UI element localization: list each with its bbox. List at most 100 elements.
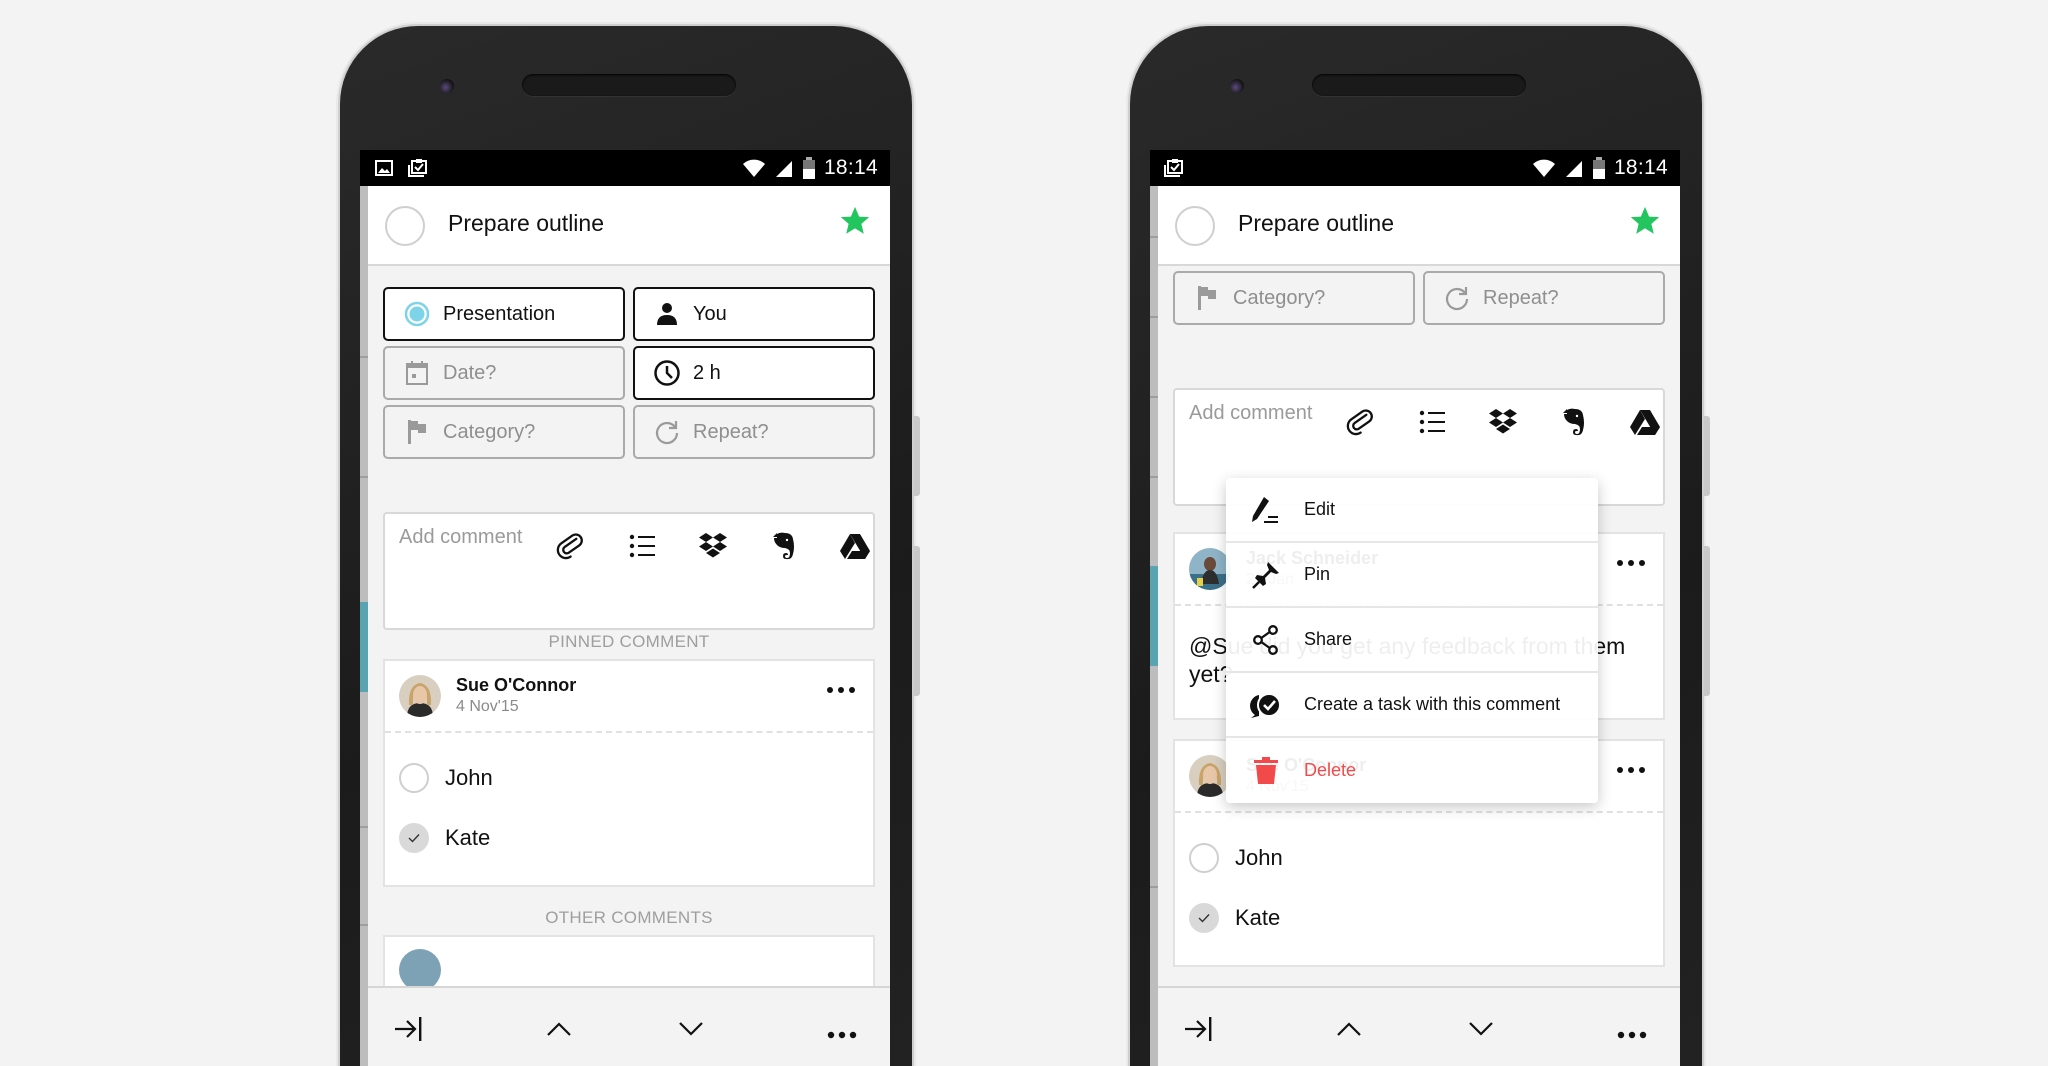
checklist-item-label: John bbox=[445, 765, 493, 790]
next-icon[interactable] bbox=[671, 1014, 711, 1044]
signal-icon bbox=[1565, 161, 1582, 177]
task-detail: Prepare outline Category? Repeat? Add co… bbox=[1158, 186, 1680, 1066]
battery-icon bbox=[1592, 157, 1605, 179]
repeat-label: Repeat? bbox=[1483, 286, 1559, 309]
collapse-icon[interactable] bbox=[388, 1014, 428, 1044]
previous-icon[interactable] bbox=[539, 1014, 579, 1044]
checklist-item[interactable]: John bbox=[385, 748, 873, 808]
attach-icon[interactable] bbox=[1325, 400, 1396, 444]
share-icon bbox=[1248, 622, 1284, 658]
task-notification-icon bbox=[408, 159, 427, 177]
avatar bbox=[1189, 755, 1231, 797]
comment-placeholder: Add comment bbox=[1189, 402, 1313, 424]
dropbox-icon[interactable] bbox=[677, 524, 748, 568]
category-field[interactable]: Category? bbox=[383, 405, 625, 459]
assignee-label: You bbox=[693, 302, 727, 325]
task-complete-checkbox[interactable] bbox=[1175, 206, 1215, 246]
google-drive-icon[interactable] bbox=[1609, 400, 1680, 444]
repeat-icon bbox=[651, 416, 683, 448]
evernote-icon[interactable] bbox=[1538, 400, 1609, 444]
side-button bbox=[914, 416, 920, 496]
checkbox[interactable] bbox=[1189, 843, 1219, 873]
more-icon[interactable] bbox=[822, 1020, 862, 1050]
dropbox-icon[interactable] bbox=[1467, 400, 1538, 444]
menu-item-share[interactable]: Share bbox=[1226, 608, 1598, 673]
background-list-strip bbox=[360, 186, 368, 1066]
more-icon[interactable] bbox=[1612, 1020, 1652, 1050]
phone-left: 18:14 Prepare outline Presentation You D… bbox=[340, 26, 920, 1066]
collapse-icon[interactable] bbox=[1178, 1014, 1218, 1044]
checklist-icon[interactable] bbox=[1396, 400, 1467, 444]
duration-field[interactable]: 2 h bbox=[633, 346, 875, 400]
comment-input[interactable]: Add comment bbox=[383, 512, 875, 630]
next-icon[interactable] bbox=[1461, 1014, 1501, 1044]
image-notification-icon bbox=[375, 160, 393, 176]
task-header: Prepare outline bbox=[1158, 186, 1680, 266]
google-drive-icon[interactable] bbox=[819, 524, 890, 568]
menu-item-delete[interactable]: Delete bbox=[1226, 738, 1598, 803]
pin-icon bbox=[1248, 557, 1284, 593]
checkbox-checked[interactable] bbox=[399, 823, 429, 853]
checklist-item[interactable]: John bbox=[1175, 828, 1663, 888]
clock-icon bbox=[651, 357, 683, 389]
pinned-comment-card: Sue O'Connor 4 Nov'15 John Kate bbox=[383, 659, 875, 887]
assignee-field[interactable]: You bbox=[633, 287, 875, 341]
comment-placeholder: Add comment bbox=[399, 526, 523, 548]
checklist-item[interactable]: Kate bbox=[385, 808, 873, 868]
category-field[interactable]: Category? bbox=[1173, 271, 1415, 325]
menu-item-label: Create a task with this comment bbox=[1304, 694, 1561, 714]
evernote-icon[interactable] bbox=[748, 524, 819, 568]
previous-icon[interactable] bbox=[1329, 1014, 1369, 1044]
more-icon[interactable] bbox=[827, 687, 855, 693]
checklist-item[interactable]: Kate bbox=[1175, 888, 1663, 948]
checkbox-checked[interactable] bbox=[1189, 903, 1219, 933]
menu-item-label: Share bbox=[1304, 629, 1353, 649]
status-bar: 18:14 bbox=[360, 150, 890, 186]
background-list-strip bbox=[1150, 186, 1158, 1066]
task-title[interactable]: Prepare outline bbox=[448, 210, 604, 237]
clock: 18:14 bbox=[1613, 156, 1668, 179]
menu-item-pin[interactable]: Pin bbox=[1226, 543, 1598, 608]
checkbox[interactable] bbox=[399, 763, 429, 793]
more-icon[interactable] bbox=[1617, 560, 1645, 566]
task-title[interactable]: Prepare outline bbox=[1238, 210, 1394, 237]
speaker-grille bbox=[1312, 74, 1526, 96]
checklist-item-label: Kate bbox=[445, 825, 491, 850]
menu-item-edit[interactable]: Edit bbox=[1226, 478, 1598, 543]
side-button bbox=[914, 546, 920, 696]
duration-label: 2 h bbox=[693, 361, 721, 384]
repeat-icon bbox=[1441, 282, 1473, 314]
menu-item-create-task[interactable]: Create a task with this comment bbox=[1226, 673, 1598, 738]
more-icon[interactable] bbox=[1617, 767, 1645, 773]
date-label: Date? bbox=[443, 361, 497, 384]
edit-icon bbox=[1248, 492, 1284, 528]
avatar bbox=[399, 949, 441, 991]
bottom-toolbar bbox=[368, 986, 890, 1066]
flag-icon bbox=[1191, 282, 1223, 314]
project-label: Presentation bbox=[443, 302, 556, 325]
comment-context-menu: Edit Pin Share Create a task with this c… bbox=[1226, 478, 1598, 803]
speaker-grille bbox=[522, 74, 736, 96]
star-icon[interactable] bbox=[1628, 204, 1662, 238]
repeat-field[interactable]: Repeat? bbox=[1423, 271, 1665, 325]
star-icon[interactable] bbox=[838, 204, 872, 238]
task-complete-checkbox[interactable] bbox=[385, 206, 425, 246]
date-field[interactable]: Date? bbox=[383, 346, 625, 400]
task-notification-icon bbox=[1164, 159, 1183, 177]
task-detail: Prepare outline Presentation You Date? 2… bbox=[368, 186, 890, 1066]
project-field[interactable]: Presentation bbox=[383, 287, 625, 341]
side-button bbox=[1704, 416, 1710, 496]
category-label: Category? bbox=[443, 420, 536, 443]
attach-icon[interactable] bbox=[535, 524, 606, 568]
phone-right: 18:14 Prepare outline Category? Repeat? … bbox=[1130, 26, 1710, 1066]
front-camera bbox=[1230, 79, 1244, 93]
category-label: Category? bbox=[1233, 286, 1326, 309]
pinned-comment-label: PINNED COMMENT bbox=[548, 632, 710, 651]
avatar bbox=[399, 675, 441, 717]
flag-icon bbox=[401, 416, 433, 448]
menu-item-label: Delete bbox=[1304, 760, 1357, 780]
repeat-label: Repeat? bbox=[693, 420, 769, 443]
repeat-field[interactable]: Repeat? bbox=[633, 405, 875, 459]
checklist-icon[interactable] bbox=[606, 524, 677, 568]
screen: 18:14 Prepare outline Category? Repeat? … bbox=[1150, 150, 1680, 1066]
